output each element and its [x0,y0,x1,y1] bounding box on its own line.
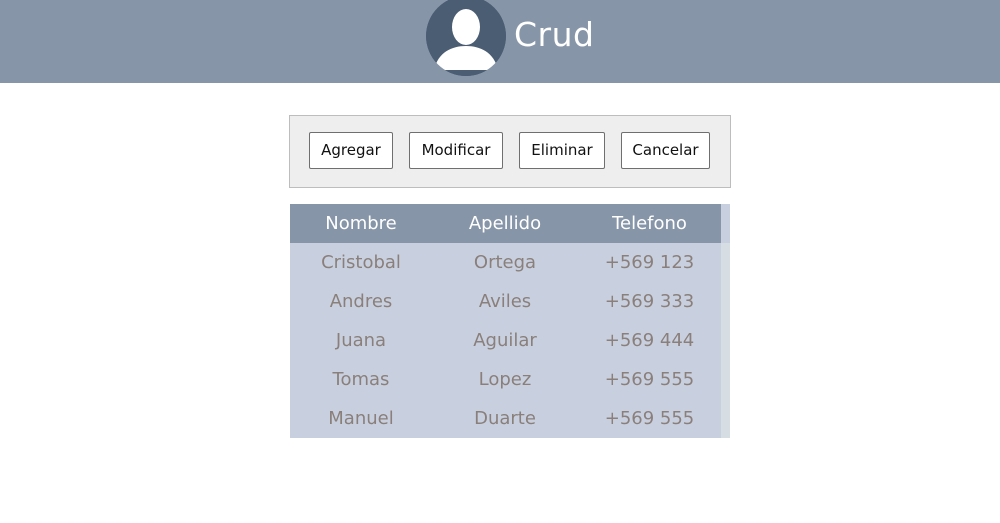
table-row[interactable]: Andres Aviles +569 333 [290,282,721,321]
cell-nombre: Cristobal [321,252,401,273]
cell-nombre: Manuel [328,408,394,429]
contacts-table: Nombre Apellido Telefono Cristobal Orteg… [290,204,721,438]
table-scrollbar[interactable] [721,243,730,438]
cell-telefono: +569 444 [604,330,695,351]
action-toolbar: Agregar Modificar Eliminar Cancelar [289,115,731,188]
cell-apellido: Aviles [478,291,532,312]
column-header-nombre: Nombre [325,213,397,234]
table-row[interactable]: Cristobal Ortega +569 123 [290,243,721,282]
table-row[interactable]: Tomas Lopez +569 555 [290,360,721,399]
cell-telefono: +569 555 [604,369,695,390]
cell-nombre: Juana [335,330,387,351]
table-row[interactable]: Manuel Duarte +569 555 [290,399,721,438]
modify-button[interactable]: Modificar [409,132,503,169]
delete-button[interactable]: Eliminar [519,132,605,169]
cell-apellido: Ortega [473,252,537,273]
add-button[interactable]: Agregar [309,132,393,169]
cell-apellido: Aguilar [473,330,537,351]
cell-apellido: Lopez [478,369,532,390]
column-header-telefono: Telefono [612,213,687,234]
cell-telefono: +569 555 [604,408,695,429]
table-row[interactable]: Juana Aguilar +569 444 [290,321,721,360]
table-header-row: Nombre Apellido Telefono [290,204,721,243]
app-header: Crud [0,0,1000,83]
cell-nombre: Andres [329,291,393,312]
cell-telefono: +569 333 [604,291,695,312]
cancel-button[interactable]: Cancelar [621,132,710,169]
cell-telefono: +569 123 [604,252,695,273]
column-header-apellido: Apellido [468,213,542,234]
app-title: Crud [514,15,595,54]
user-avatar-icon [426,0,506,76]
contacts-table-container: Nombre Apellido Telefono Cristobal Orteg… [290,204,730,438]
cell-apellido: Duarte [474,408,536,429]
cell-nombre: Tomas [332,369,390,390]
